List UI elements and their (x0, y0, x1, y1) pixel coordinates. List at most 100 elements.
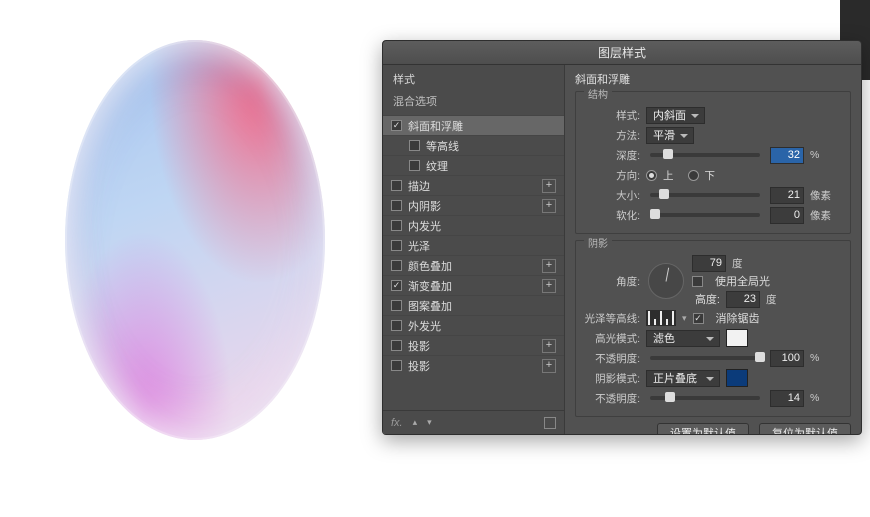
size-slider[interactable] (650, 193, 760, 197)
dialog-title[interactable]: 图层样式 (383, 41, 861, 65)
depth-input[interactable]: 32 (770, 147, 804, 164)
shadow-opacity-slider[interactable] (650, 396, 760, 400)
reset-default-button[interactable]: 复位为默认值 (759, 423, 851, 434)
highlight-color-swatch[interactable] (726, 329, 748, 347)
angle-label: 角度: (584, 274, 640, 289)
effect-checkbox[interactable] (391, 320, 402, 331)
highlight-opacity-slider[interactable] (650, 356, 760, 360)
fx-menu-icon[interactable]: fx. (391, 417, 403, 429)
direction-label: 方向: (584, 168, 640, 183)
highlight-opacity-input[interactable]: 100 (770, 350, 804, 367)
effect-checkbox[interactable] (391, 340, 402, 351)
effect-row[interactable]: 颜色叠加+ (383, 255, 564, 275)
structure-title: 结构 (584, 86, 612, 101)
depth-slider[interactable] (650, 153, 760, 157)
add-instance-icon[interactable]: + (542, 179, 556, 193)
gloss-dd-icon[interactable]: ▾ (682, 313, 687, 324)
gloss-label: 光泽等高线: (584, 311, 640, 326)
effect-row[interactable]: 描边+ (383, 175, 564, 195)
effect-checkbox[interactable] (391, 240, 402, 251)
size-input[interactable]: 21 (770, 187, 804, 204)
effect-checkbox[interactable] (391, 260, 402, 271)
soften-unit: 像素 (810, 208, 832, 223)
effect-row[interactable]: 投影+ (383, 335, 564, 355)
angle-dial[interactable] (648, 263, 684, 299)
effect-row[interactable]: 外发光 (383, 315, 564, 335)
styles-header[interactable]: 样式 (383, 65, 564, 89)
effect-checkbox[interactable] (409, 160, 420, 171)
section-title: 斜面和浮雕 (575, 71, 851, 91)
global-light-checkbox[interactable] (692, 276, 703, 287)
add-instance-icon[interactable]: + (542, 339, 556, 353)
effect-checkbox[interactable] (391, 220, 402, 231)
effect-row[interactable]: 内发光 (383, 215, 564, 235)
canvas-preview (65, 40, 325, 460)
style-dropdown[interactable]: 内斜面 (646, 107, 705, 124)
effect-checkbox[interactable] (391, 120, 402, 131)
effect-label: 颜色叠加 (408, 258, 542, 274)
altitude-input[interactable]: 23 (726, 291, 760, 308)
effect-checkbox[interactable] (391, 300, 402, 311)
effect-label: 斜面和浮雕 (408, 118, 556, 134)
effect-label: 投影 (408, 358, 542, 374)
effect-checkbox[interactable] (409, 140, 420, 151)
effect-row[interactable]: 斜面和浮雕 (383, 115, 564, 135)
direction-up-label: 上 (663, 168, 674, 183)
effect-row[interactable]: 等高线 (383, 135, 564, 155)
effect-row[interactable]: 光泽 (383, 235, 564, 255)
structure-group: 结构 样式: 内斜面 方法: 平滑 深度: 32 % (575, 91, 851, 234)
add-instance-icon[interactable]: + (542, 279, 556, 293)
shadow-opacity-unit: % (810, 392, 832, 404)
effect-checkbox[interactable] (391, 180, 402, 191)
gloss-contour-picker[interactable] (646, 310, 676, 326)
shadow-group: 阴影 角度: 79 度 使用全局光 (575, 240, 851, 417)
global-light-label: 使用全局光 (715, 273, 770, 289)
direction-up-radio[interactable] (646, 170, 657, 181)
add-instance-icon[interactable]: + (542, 259, 556, 273)
angle-input[interactable]: 79 (692, 255, 726, 272)
effect-checkbox[interactable] (391, 360, 402, 371)
shadow-color-swatch[interactable] (726, 369, 748, 387)
effect-row[interactable]: 图案叠加 (383, 295, 564, 315)
shadow-mode-label: 阴影模式: (584, 371, 640, 386)
effect-checkbox[interactable] (391, 280, 402, 291)
effect-label: 光泽 (408, 238, 556, 254)
depth-unit: % (810, 149, 832, 161)
blend-options[interactable]: 混合选项 (383, 89, 564, 115)
layer-style-dialog: 图层样式 样式 混合选项 斜面和浮雕等高线纹理描边+内阴影+内发光光泽颜色叠加+… (382, 40, 862, 435)
effect-row[interactable]: 渐变叠加+ (383, 275, 564, 295)
highlight-mode-dropdown[interactable]: 滤色 (646, 330, 720, 347)
shadow-mode-dropdown[interactable]: 正片叠底 (646, 370, 720, 387)
effect-checkbox[interactable] (391, 200, 402, 211)
shadow-opacity-input[interactable]: 14 (770, 390, 804, 407)
set-default-button[interactable]: 设置为默认值 (657, 423, 749, 434)
anti-alias-checkbox[interactable] (693, 313, 704, 324)
oval-shape (65, 40, 325, 440)
angle-unit: 度 (732, 256, 754, 271)
method-label: 方法: (584, 128, 640, 143)
method-dropdown[interactable]: 平滑 (646, 127, 694, 144)
trash-icon[interactable] (544, 417, 556, 429)
direction-down-radio[interactable] (688, 170, 699, 181)
options-panel: 斜面和浮雕 结构 样式: 内斜面 方法: 平滑 深度: 32 (565, 65, 861, 434)
altitude-label: 高度: (692, 291, 720, 307)
soften-slider[interactable] (650, 213, 760, 217)
size-unit: 像素 (810, 188, 832, 203)
up-icon[interactable]: ▴ (413, 417, 418, 428)
effect-row[interactable]: 内阴影+ (383, 195, 564, 215)
effect-row[interactable]: 纹理 (383, 155, 564, 175)
add-instance-icon[interactable]: + (542, 359, 556, 373)
shadow-opacity-label: 不透明度: (584, 391, 640, 406)
styles-sidebar: 样式 混合选项 斜面和浮雕等高线纹理描边+内阴影+内发光光泽颜色叠加+渐变叠加+… (383, 65, 565, 434)
effect-label: 渐变叠加 (408, 278, 542, 294)
effect-label: 外发光 (408, 318, 556, 334)
soften-label: 软化: (584, 208, 640, 223)
size-label: 大小: (584, 188, 640, 203)
effect-label: 图案叠加 (408, 298, 556, 314)
soften-input[interactable]: 0 (770, 207, 804, 224)
effect-row[interactable]: 投影+ (383, 355, 564, 375)
effects-list: 斜面和浮雕等高线纹理描边+内阴影+内发光光泽颜色叠加+渐变叠加+图案叠加外发光投… (383, 115, 564, 410)
anti-alias-label: 消除锯齿 (716, 310, 760, 326)
add-instance-icon[interactable]: + (542, 199, 556, 213)
down-icon[interactable]: ▾ (427, 417, 432, 428)
